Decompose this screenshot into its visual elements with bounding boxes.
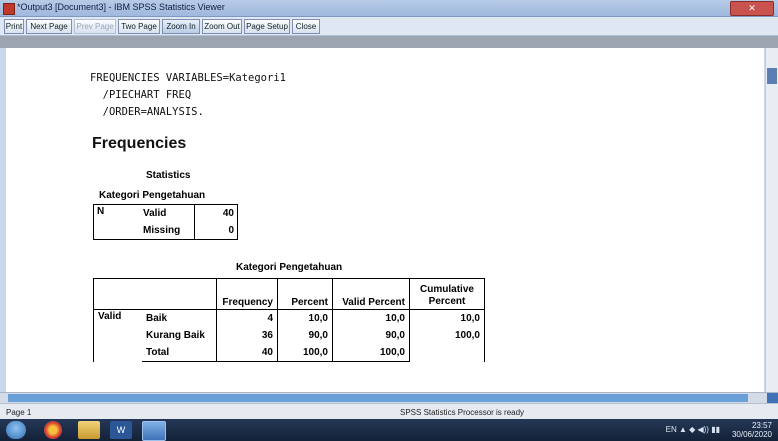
n-label: N [93,204,140,240]
syntax-block: FREQUENCIES VARIABLES=Kategori1 /PIECHAR… [90,70,286,121]
scroll-thumb[interactable] [767,68,777,84]
spss-app-icon [3,3,15,15]
print-preview-toolbar: Print Next Page Prev Page Two Page Zoom … [0,17,778,36]
next-page-button[interactable]: Next Page [26,19,72,34]
frequency-cell: 4 [216,309,278,327]
valid-value: 40 [194,204,238,222]
window-controls[interactable]: ✕ [730,1,774,16]
window-title: *Output3 [Document3] - IBM SPSS Statisti… [17,2,225,12]
valid-percent-cell: 10,0 [332,309,410,327]
syntax-line: /PIECHART FREQ [90,89,192,101]
missing-label: Missing [140,222,195,240]
table-header-row: Frequency Percent Valid Percent Cumulati… [93,278,485,310]
statistics-title: Statistics [146,170,191,181]
kategori-frequency-table: Frequency Percent Valid Percent Cumulati… [93,278,485,362]
file-explorer-icon[interactable] [78,421,100,439]
scroll-thumb[interactable] [8,394,748,402]
header-frequency: Frequency [216,278,278,310]
processor-status: SPSS Statistics Processor is ready [400,408,525,417]
zoom-in-button[interactable]: Zoom In [162,19,200,34]
cumulative-cell: 100,0 [409,327,485,344]
zoom-out-button[interactable]: Zoom Out [202,19,242,34]
close-button[interactable]: Close [292,19,320,34]
syntax-line: /ORDER=ANALYSIS. [90,106,204,118]
valid-group-label: Valid [93,309,142,362]
table-row: Total 40 100,0 100,0 [94,344,485,362]
status-bar: Page 1 SPSS Statistics Processor is read… [0,403,778,420]
valid-percent-cell: 100,0 [332,344,410,362]
chrome-icon[interactable] [44,421,62,439]
header-percent: Percent [277,278,333,310]
kategori-title: Kategori Pengetahuan [236,262,343,273]
table-row: Valid Baik 4 10,0 10,0 10,0 [93,309,485,362]
cumulative-cell: 10,0 [409,309,485,327]
page-setup-button[interactable]: Page Setup [244,19,290,34]
title-bar: *Output3 [Document3] - IBM SPSS Statisti… [0,0,778,17]
row-label: Kurang Baik [146,330,205,341]
start-icon[interactable] [6,421,26,439]
clock[interactable]: 23:57 30/06/2020 [732,421,772,439]
frequency-cell: 36 [216,327,278,344]
table-row: Kurang Baik 36 90,0 90,0 100,0 [94,327,485,344]
header-valid-percent: Valid Percent [332,278,410,310]
frequencies-heading: Frequencies [92,135,187,152]
clock-time: 23:57 [751,421,772,430]
prev-page-button[interactable]: Prev Page [74,19,116,34]
syntax-line: FREQUENCIES VARIABLES=Kategori1 [90,72,286,84]
percent-cell: 90,0 [277,327,333,344]
row-label: Baik [146,313,168,324]
cumulative-cell [409,344,485,362]
windows-taskbar: W EN ▲ ◆ ◀)) ▮▮ 23:57 30/06/2020 [0,419,778,441]
word-icon[interactable]: W [110,421,132,439]
clock-date: 30/06/2020 [731,430,772,439]
statistics-table: N Valid 40 Missing 0 [93,204,238,240]
frequency-cell: 40 [216,344,278,362]
spss-taskbar-icon[interactable] [142,421,166,441]
two-page-button[interactable]: Two Page [118,19,160,34]
valid-percent-cell: 90,0 [332,327,410,344]
valid-label: Valid [140,204,195,222]
row-label: Total [142,344,217,362]
preview-background [0,36,778,48]
language-indicator[interactable]: EN [666,425,677,434]
table-row: N Valid 40 [93,204,238,240]
page-indicator: Page 1 [6,408,32,417]
header-cumulative-percent: Cumulative Percent [409,278,485,310]
print-button[interactable]: Print [4,19,24,34]
percent-cell: 100,0 [277,344,333,362]
vertical-scrollbar[interactable] [765,48,778,392]
statistics-caption: Kategori Pengetahuan [99,190,206,201]
percent-cell: 10,0 [277,309,333,327]
missing-value: 0 [194,222,238,240]
system-tray[interactable]: EN ▲ ◆ ◀)) ▮▮ [666,425,720,434]
